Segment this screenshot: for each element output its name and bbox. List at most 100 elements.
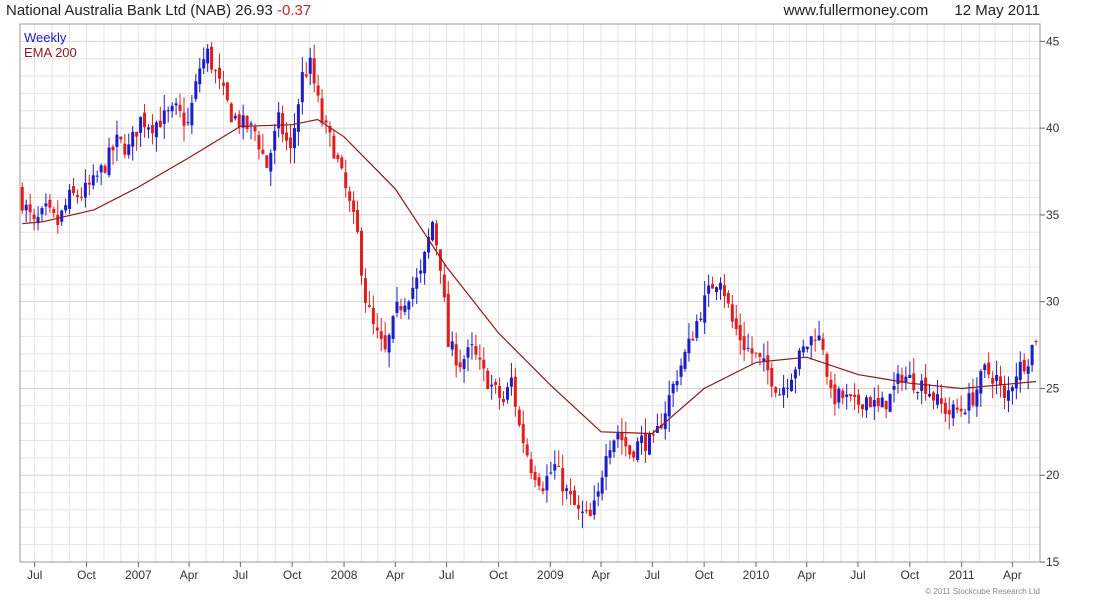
candle-body <box>1026 366 1030 374</box>
candle-body <box>521 424 525 444</box>
candle-body <box>801 346 805 353</box>
candle-body <box>490 384 494 387</box>
candle-body <box>931 392 935 401</box>
candle-body <box>186 122 190 124</box>
candle-body <box>434 223 438 246</box>
candle-body <box>1006 390 1010 401</box>
candle-body <box>916 392 920 394</box>
y-tick-label: 35 <box>1046 208 1060 222</box>
candle-body <box>908 374 912 378</box>
candle-body <box>892 385 896 390</box>
candle-body <box>640 435 644 444</box>
candle-body <box>411 287 415 299</box>
candle-body <box>565 488 569 492</box>
candle-body <box>553 464 557 471</box>
candle-body <box>935 394 939 405</box>
y-tick-label: 25 <box>1046 381 1060 395</box>
candle-body <box>809 336 813 346</box>
candle-body <box>750 348 754 354</box>
candle-body <box>450 341 454 350</box>
copyright-notice: © 2011 Stockcube Research Ltd <box>925 587 1040 596</box>
ema-line <box>22 118 1037 435</box>
candle-body <box>604 456 608 477</box>
candle-body <box>947 409 951 415</box>
candle-body <box>797 350 801 370</box>
candle-body <box>525 444 529 456</box>
candle-body <box>632 451 636 458</box>
candle-body <box>793 369 797 379</box>
candle-body <box>675 381 679 386</box>
candle-body <box>494 381 498 385</box>
candle-body <box>237 114 241 127</box>
y-tick-label: 30 <box>1046 295 1060 309</box>
candle-body <box>103 166 107 173</box>
candle-body <box>576 504 580 509</box>
candle-body <box>1014 376 1018 389</box>
candle-body <box>119 136 123 140</box>
candle-body <box>857 394 861 405</box>
candle-body <box>825 354 829 377</box>
candle-body <box>296 104 300 132</box>
candle-body <box>880 397 884 408</box>
candle-body <box>860 404 864 410</box>
candle-body <box>722 285 726 297</box>
candle-body <box>91 175 95 186</box>
candle-body <box>644 432 648 451</box>
candle-body <box>352 200 356 213</box>
candle-body <box>955 407 959 410</box>
candle-body <box>336 155 340 160</box>
candle-body <box>482 359 486 369</box>
candle-body <box>762 358 766 362</box>
candle-body <box>647 434 651 455</box>
candle-body <box>178 104 182 111</box>
candle-body <box>265 155 269 168</box>
x-tick-label: Oct <box>695 568 714 582</box>
candle-body <box>991 377 995 384</box>
candle-body <box>837 388 841 403</box>
candle-body <box>415 277 419 289</box>
candle-body <box>774 387 778 393</box>
x-tick-label: Jul <box>27 568 42 582</box>
y-tick-label: 15 <box>1046 555 1060 569</box>
candle-body <box>738 324 742 341</box>
candle-body <box>446 293 450 347</box>
candle-body <box>135 131 139 137</box>
candle-body <box>920 380 924 392</box>
candle-body <box>257 135 261 150</box>
candle-body <box>817 335 821 341</box>
candle-body <box>600 477 604 494</box>
candle-body <box>107 147 111 176</box>
candle-body <box>569 491 573 495</box>
candle-body <box>99 165 103 173</box>
candle-body <box>612 440 616 452</box>
candle-body <box>789 379 793 392</box>
candle-body <box>987 362 991 375</box>
candle-body <box>687 338 691 354</box>
candle-body <box>979 371 983 394</box>
candle-body <box>707 285 711 294</box>
candle-body <box>529 459 533 474</box>
candle-body <box>730 304 734 322</box>
candle-body <box>182 112 186 126</box>
x-tick-label: Apr <box>592 568 611 582</box>
candle-body <box>971 392 975 406</box>
candle-body <box>939 398 943 404</box>
candle-body <box>821 338 825 350</box>
candle-body <box>533 471 537 481</box>
candle-body <box>1002 385 1006 399</box>
candle-body <box>154 122 158 138</box>
candle-body <box>210 46 214 70</box>
candle-body <box>123 143 127 155</box>
candle-body <box>813 339 817 341</box>
candle-body <box>20 186 24 211</box>
candle-body <box>324 120 328 123</box>
x-tick-label: 2007 <box>125 568 152 582</box>
candle-body <box>221 82 225 86</box>
candle-body <box>636 441 640 461</box>
candle-body <box>395 301 399 313</box>
candle-body <box>407 301 411 310</box>
x-tick-label: Jul <box>439 568 454 582</box>
candle-body <box>498 385 502 398</box>
plot-frame <box>19 23 1041 563</box>
candle-body <box>87 182 91 185</box>
